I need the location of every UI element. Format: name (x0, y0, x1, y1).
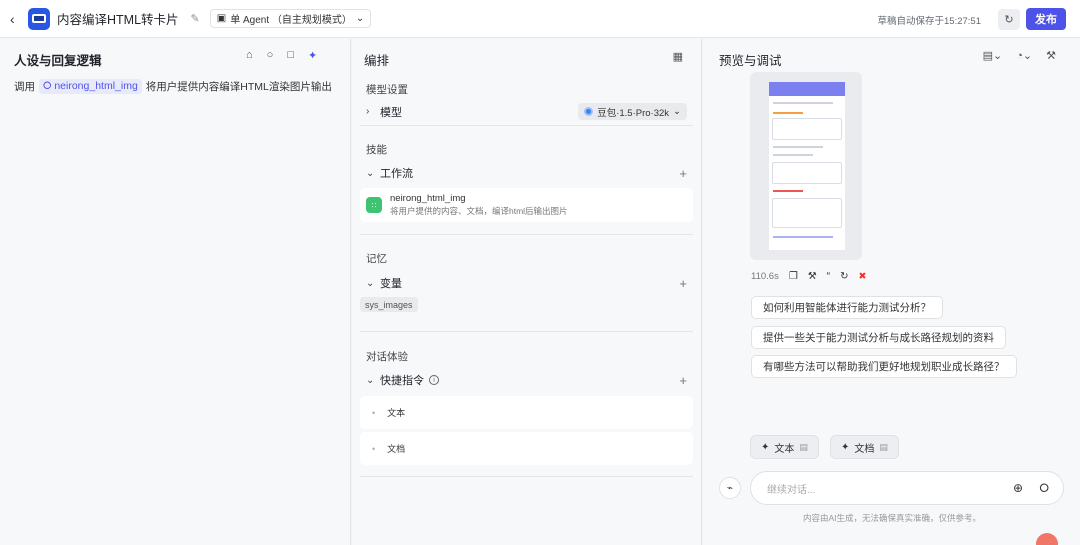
quick-command-label: 文档 (854, 443, 875, 455)
persona-prompt[interactable]: 调用 ⭘ neirong_html_img 将用户提供内容编译HTML渲染图片输… (14, 79, 332, 94)
template-icon[interactable]: ⌂ (246, 49, 253, 62)
prompt-icon[interactable]: □ (287, 49, 294, 62)
chat-input[interactable]: 继续对话... ⊕ ⭘ (750, 471, 1064, 505)
prompt-suffix: 将用户提供内容编译HTML渲染图片输出 (145, 81, 332, 93)
chevron-down-icon: ⌄ (673, 106, 681, 117)
orchestration-panel: 编排 ▦ 模型设置 › 模型 豆包·1.5·Pro·32k ⌄ 技能 ⌄ 工作流… (352, 39, 702, 545)
chevron-down-icon: ⌄ (355, 13, 365, 24)
copy-icon[interactable]: ❐ (789, 271, 798, 282)
agent-mode-dropdown[interactable]: ▣ 单 Agent （自主规划模式） ⌄ (209, 9, 372, 28)
form-icon: ▤ (799, 441, 808, 452)
model-row[interactable]: › 模型 豆包·1.5·Pro·32k ⌄ (366, 103, 687, 120)
monitor-icon (28, 7, 50, 30)
add-attachment-icon[interactable]: ⊕ (1013, 481, 1023, 495)
agent-mode-label: 单 Agent （自主规划模式） (230, 15, 352, 26)
variable-chip[interactable]: sys_images (360, 297, 418, 312)
regenerate-icon[interactable]: ↻ (840, 271, 848, 282)
shortcut-item[interactable]: • 文本 (360, 396, 693, 429)
workflow-icon: ∷ (366, 197, 382, 213)
generated-card-image[interactable] (750, 72, 862, 260)
dialog-section-title: 对话体验 (366, 351, 408, 363)
preview-toolbar: ▤⌄ ◔⌄ ⚒ (983, 49, 1056, 62)
quick-command-label: 文本 (774, 443, 795, 455)
sparkle-icon: ✦ (841, 441, 850, 453)
chevron-down-icon: ⌄ (366, 277, 375, 289)
chevron-down-icon: ⌄ (366, 167, 375, 179)
grid-icon[interactable]: ▦ (673, 50, 683, 63)
edit-icon[interactable]: ✎ (191, 12, 200, 25)
add-shortcut-icon[interactable]: + (679, 373, 687, 388)
assistant-float-icon[interactable] (1036, 533, 1058, 545)
elapsed-time: 110.6s (751, 271, 779, 282)
workflow-description: 将用户提供的内容、文档，编译html后输出图片 (390, 206, 568, 216)
microphone-icon[interactable]: ⭘ (1039, 481, 1049, 496)
divider (360, 125, 693, 126)
delete-icon[interactable]: ✖ (859, 271, 867, 282)
suggestion-chip[interactable]: 如何利用智能体进行能力测试分析？ (751, 296, 943, 319)
divider (360, 476, 693, 477)
quote-icon[interactable]: “ (827, 271, 830, 282)
shortcut-row-label: 快捷指令 (380, 375, 424, 387)
persona-panel: 人设与回复逻辑 ⌂ ○ □ ✦ 调用 ⭘ neirong_html_img 将用… (0, 39, 351, 545)
info-icon[interactable]: i (429, 375, 439, 385)
shortcut-label: 文本 (387, 408, 406, 418)
chevron-down-icon: ⌄ (366, 374, 375, 386)
workflow-row[interactable]: ⌄ 工作流 + (366, 165, 687, 181)
model-value: 豆包·1.5·Pro·32k (597, 107, 670, 119)
variable-row[interactable]: ⌄ 变量 + (366, 275, 687, 291)
memory-section-title: 记忆 (366, 253, 387, 265)
shortcut-row[interactable]: ⌄ 快捷指令 i + (366, 372, 687, 388)
model-section-title: 模型设置 (366, 84, 408, 96)
app-title: 内容编译HTML转卡片 (57, 13, 179, 27)
panel-title: 预览与调试 (719, 54, 782, 68)
autosave-status: 草稿自动保存于15:27:51 (877, 16, 981, 27)
workflow-card[interactable]: ∷ neirong_html_img 将用户提供的内容、文档，编译html后输出… (360, 188, 693, 222)
divider (360, 234, 693, 235)
panel-title: 编排 (364, 54, 390, 68)
form-icon: ▤ (879, 441, 888, 452)
workflow-name: neirong_html_img (390, 193, 466, 204)
preview-panel: 预览与调试 ▤⌄ ◔⌄ ⚒ 110.6s ❐ ⚒ “ ↻ ✖ 如何利用智能体进行… (703, 39, 1080, 545)
skills-section-title: 技能 (366, 144, 387, 156)
persona-toolbar: ⌂ ○ □ ✦ (246, 49, 317, 62)
debug-dropdown-icon[interactable]: ▤⌄ (983, 49, 1003, 62)
divider (360, 331, 693, 332)
sparkle-icon: ✦ (761, 441, 770, 453)
doubao-logo-icon (584, 107, 594, 116)
debug-icon[interactable]: ⚒ (808, 271, 817, 282)
quick-command-button[interactable]: ✦ 文本 ▤ (750, 435, 819, 459)
variable-row-label: 变量 (380, 278, 402, 290)
quick-command-button[interactable]: ✦ 文档 ▤ (830, 435, 899, 459)
shortcut-item[interactable]: • 文档 (360, 432, 693, 465)
tool-reference-chip[interactable]: ⭘ neirong_html_img (39, 79, 142, 94)
add-workflow-icon[interactable]: + (679, 166, 687, 181)
ai-optimize-icon[interactable]: ✦ (308, 49, 317, 62)
message-actions: 110.6s ❐ ⚒ “ ↻ ✖ (751, 271, 866, 282)
settings-icon[interactable]: ⚒ (1046, 49, 1056, 62)
suggestion-chip[interactable]: 提供一些关于能力测试分析与成长路径规划的资料 (751, 326, 1006, 349)
model-row-label: 模型 (380, 106, 402, 119)
chevron-right-icon: › (366, 106, 370, 117)
shortcut-label: 文档 (387, 444, 406, 454)
add-variable-icon[interactable]: + (679, 276, 687, 291)
clear-context-icon[interactable]: ⌁ (719, 477, 741, 499)
drag-handle-icon[interactable]: • (372, 408, 375, 418)
ai-disclaimer: 内容由AI生成，无法确保真实准确，仅供参考。 (803, 513, 982, 523)
panel-title: 人设与回复逻辑 (14, 54, 102, 68)
prompt-prefix: 调用 (14, 81, 35, 93)
chevron-left-icon[interactable]: ‹ (10, 11, 24, 27)
agent-icon: ▣ (216, 13, 227, 24)
chat-input-placeholder: 继续对话... (767, 484, 816, 496)
tool-name: neirong_html_img (54, 80, 138, 92)
theme-dropdown-icon[interactable]: ◔⌄ (1016, 49, 1032, 62)
suggestion-chip[interactable]: 有哪些方法可以帮助我们更好地规划职业成长路径？ (751, 355, 1017, 378)
bulb-icon[interactable]: ○ (267, 49, 274, 62)
model-select[interactable]: 豆包·1.5·Pro·32k ⌄ (578, 103, 687, 120)
history-icon[interactable]: ↻ (998, 9, 1020, 30)
top-bar: ‹ 内容编译HTML转卡片 ✎ ▣ 单 Agent （自主规划模式） ⌄ 草稿自… (0, 0, 1080, 38)
card-thumbnail (769, 82, 845, 250)
publish-button[interactable]: 发布 (1026, 8, 1066, 30)
workflow-row-label: 工作流 (380, 168, 413, 180)
drag-handle-icon[interactable]: • (372, 444, 375, 454)
